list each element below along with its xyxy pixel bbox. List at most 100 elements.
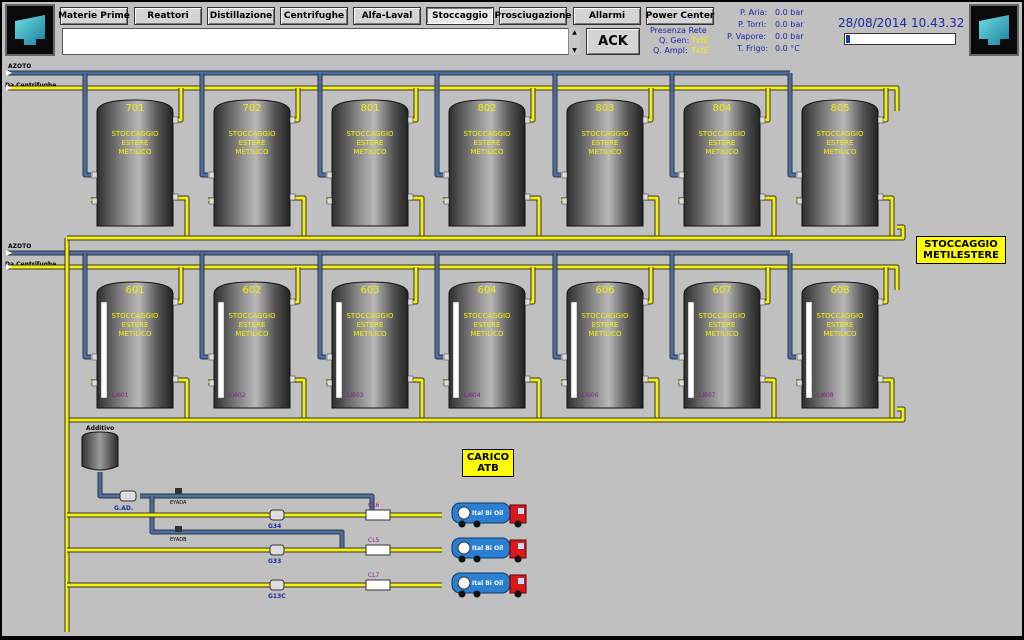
storage-tank-601[interactable]: 601 STOCCAGGIOESTEREMETILICO LI601 [91, 281, 179, 409]
valve-icon[interactable] [642, 116, 649, 124]
valve-icon[interactable] [796, 379, 803, 387]
pump-icon[interactable] [269, 509, 285, 521]
storage-tank-608[interactable]: 608 STOCCAGGIOESTEREMETILICO LI608 [796, 281, 884, 409]
valve-icon[interactable] [172, 193, 179, 201]
valve-icon[interactable] [443, 197, 450, 205]
tanker-truck[interactable]: Ital Bi Oil [451, 537, 527, 563]
storage-tank-603[interactable]: 603 STOCCAGGIOESTEREMETILICO LI603 [326, 281, 414, 409]
valve-icon[interactable] [326, 171, 333, 179]
valve-icon[interactable] [759, 116, 766, 124]
valve-icon[interactable] [326, 353, 333, 361]
valve-icon[interactable] [877, 193, 884, 201]
storage-tank-802[interactable]: 802 STOCCAGGIOESTEREMETILICO [443, 99, 531, 227]
valve-icon[interactable] [877, 298, 884, 306]
valve-icon[interactable] [678, 353, 685, 361]
storage-tank-702[interactable]: 702 STOCCAGGIOESTEREMETILICO [208, 99, 296, 227]
additive-tank[interactable]: Additivo [81, 425, 119, 471]
valve-icon[interactable] [524, 298, 531, 306]
alarm-scrollbar[interactable]: ▲ ▼ [568, 28, 580, 55]
alarm-list[interactable] [62, 28, 580, 55]
valve-icon[interactable] [796, 197, 803, 205]
valve-icon[interactable] [796, 353, 803, 361]
valve-icon[interactable] [759, 298, 766, 306]
valve-icon[interactable] [561, 171, 568, 179]
storage-tank-805[interactable]: 805 STOCCAGGIOESTEREMETILICO [796, 99, 884, 227]
nav-button-centrifughe[interactable]: Centrifughe [280, 7, 348, 25]
truck-wheel-icon [458, 520, 466, 528]
valve-icon[interactable] [91, 171, 98, 179]
valve-icon[interactable] [561, 353, 568, 361]
nav-button-alfa-laval[interactable]: Alfa-Laval [353, 7, 421, 25]
storage-tank-604[interactable]: 604 STOCCAGGIOESTEREMETILICO LI604 [443, 281, 531, 409]
tanker-truck[interactable]: Ital Bi Oil [451, 502, 527, 528]
valve-icon[interactable] [443, 379, 450, 387]
storage-tank-701[interactable]: 701 STOCCAGGIOESTEREMETILICO [91, 99, 179, 227]
pump-icon[interactable] [269, 544, 285, 556]
valve-icon[interactable] [796, 171, 803, 179]
nav-button-stoccaggio[interactable]: Stoccaggio [426, 7, 494, 25]
valve-icon[interactable] [561, 379, 568, 387]
scroll-down-icon[interactable]: ▼ [569, 46, 580, 55]
valve-icon[interactable] [678, 379, 685, 387]
valve-icon[interactable] [172, 298, 179, 306]
valve-icon[interactable] [172, 116, 179, 124]
valve-icon[interactable] [326, 379, 333, 387]
valve-icon[interactable] [91, 353, 98, 361]
eyada-valve-icon[interactable] [175, 488, 182, 494]
valve-icon[interactable] [642, 375, 649, 383]
valve-icon[interactable] [289, 375, 296, 383]
valve-icon[interactable] [407, 298, 414, 306]
tanker-truck[interactable]: Ital Bi Oil [451, 572, 527, 598]
flow-meter-icon[interactable] [365, 579, 391, 591]
ack-button[interactable]: ACK [586, 28, 640, 55]
valve-icon[interactable] [407, 116, 414, 124]
additive-pump-icon[interactable] [119, 490, 137, 502]
storage-tank-602[interactable]: 602 STOCCAGGIOESTEREMETILICO LI602 [208, 281, 296, 409]
valve-icon[interactable] [407, 375, 414, 383]
valve-icon[interactable] [289, 193, 296, 201]
nav-button-prosciugazione[interactable]: Prosciugazione [495, 7, 571, 25]
valve-icon[interactable] [91, 197, 98, 205]
valve-icon[interactable] [289, 116, 296, 124]
tank-description-word: ESTERE [357, 139, 384, 147]
pump-icon[interactable] [269, 579, 285, 591]
valve-icon[interactable] [524, 116, 531, 124]
valve-icon[interactable] [208, 197, 215, 205]
valve-icon[interactable] [759, 375, 766, 383]
valve-icon[interactable] [524, 375, 531, 383]
valve-icon[interactable] [678, 171, 685, 179]
valve-icon[interactable] [289, 298, 296, 306]
scroll-up-icon[interactable]: ▲ [569, 28, 580, 37]
storage-tank-606[interactable]: 606 STOCCAGGIOESTEREMETILICO LI606 [561, 281, 649, 409]
valve-icon[interactable] [642, 298, 649, 306]
flow-meter-icon[interactable] [365, 544, 391, 556]
nav-button-allarmi[interactable]: Allarmi [573, 7, 641, 25]
flow-meter-icon[interactable] [365, 509, 391, 521]
valve-icon[interactable] [642, 193, 649, 201]
valve-icon[interactable] [561, 197, 568, 205]
valve-icon[interactable] [91, 379, 98, 387]
valve-icon[interactable] [443, 353, 450, 361]
valve-icon[interactable] [407, 193, 414, 201]
valve-icon[interactable] [208, 171, 215, 179]
valve-icon[interactable] [208, 353, 215, 361]
valve-icon[interactable] [877, 116, 884, 124]
valve-icon[interactable] [759, 193, 766, 201]
nav-button-distillazione[interactable]: Distillazione [207, 7, 275, 25]
tank-body [801, 281, 879, 409]
valve-icon[interactable] [877, 375, 884, 383]
valve-icon[interactable] [524, 193, 531, 201]
eyadb-valve-icon[interactable] [175, 526, 182, 532]
nav-button-reattori[interactable]: Reattori [134, 7, 202, 25]
storage-tank-607[interactable]: 607 STOCCAGGIOESTEREMETILICO LI607 [678, 281, 766, 409]
nav-button-materie-prime[interactable]: Materie Prime [58, 7, 130, 25]
valve-icon[interactable] [208, 379, 215, 387]
storage-tank-803[interactable]: 803 STOCCAGGIOESTEREMETILICO [561, 99, 649, 227]
storage-tank-804[interactable]: 804 STOCCAGGIOESTEREMETILICO [678, 99, 766, 227]
valve-icon[interactable] [678, 197, 685, 205]
storage-tank-801[interactable]: 801 STOCCAGGIOESTEREMETILICO [326, 99, 414, 227]
nav-button-power-center[interactable]: Power Center [646, 7, 714, 25]
valve-icon[interactable] [326, 197, 333, 205]
valve-icon[interactable] [443, 171, 450, 179]
valve-icon[interactable] [172, 375, 179, 383]
